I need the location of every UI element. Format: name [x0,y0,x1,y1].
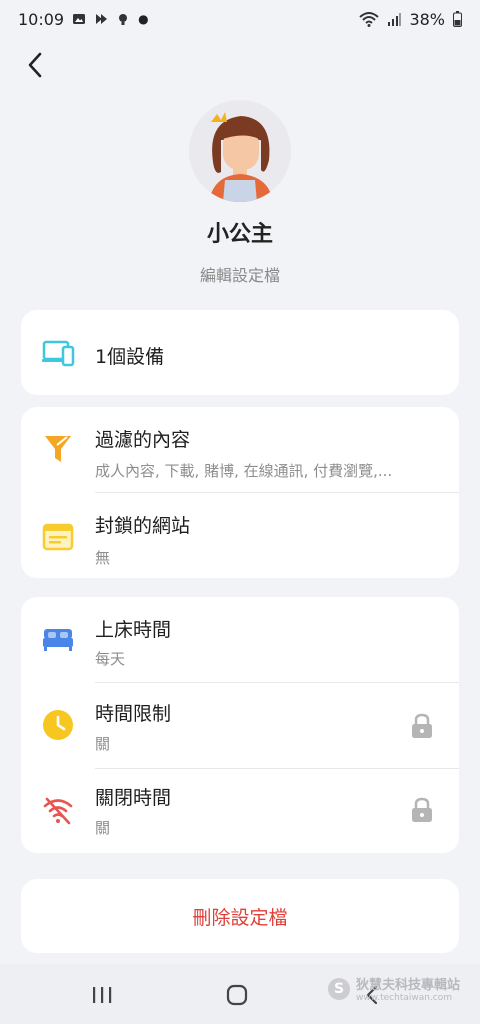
battery-percent: 38% [409,9,445,29]
bedtime-title: 上床時間 [95,619,172,641]
lock-icon [412,797,432,822]
filters-card: 過濾的內容 成人內容, 下載, 賭博, 在線通訊, 付費瀏覽,... 封鎖的網站… [21,407,459,578]
filtered-content-row[interactable]: 過濾的內容 成人內容, 下載, 賭博, 在線通訊, 付費瀏覽,... [21,407,459,492]
lock-icon [412,713,432,738]
girl-avatar-icon [209,112,273,202]
app-notification-icon [96,14,108,24]
status-bar: 10:09 ● 38% [0,0,480,38]
delete-profile-button[interactable]: 刪除設定檔 [21,879,459,953]
time-limit-row[interactable]: 時間限制 關 [21,683,459,768]
bedtime-row[interactable]: 上床時間 每天 [21,597,459,682]
filtered-content-title: 過濾的內容 [95,429,191,451]
devices-icon [41,336,75,370]
clock-icon [41,708,75,742]
chevron-left-icon [28,52,42,78]
signal-icon [388,13,402,26]
gallery-icon [73,14,86,24]
home-button[interactable] [217,982,257,1008]
avatar[interactable] [189,100,291,202]
devices-row[interactable]: 1個設備 [21,310,459,395]
time-limit-title: 時間限制 [95,703,172,725]
recent-apps-button[interactable] [82,982,122,1008]
watermark-url: www.techtaiwan.com [355,993,453,1003]
back-button[interactable] [18,48,52,82]
blocked-sites-summary: 無 [95,549,111,567]
offtime-row[interactable]: 關閉時間 關 [21,769,459,853]
time-limit-status: 關 [95,735,111,753]
watermark-text: 狄慧夫科技專輯站 [355,978,460,993]
funnel-icon [41,432,75,466]
wifi-icon [359,12,380,27]
bedtime-summary: 每天 [95,650,126,668]
home-icon [226,984,248,1006]
battery-icon [453,11,462,27]
more-notifications-dot: ● [138,12,149,26]
offtime-status: 關 [95,819,111,837]
blocked-sites-row[interactable]: 封鎖的網站 無 [21,493,459,578]
edit-profile-link[interactable]: 編輯設定檔 [0,262,480,286]
bulb-icon [119,14,128,25]
profile-name: 小公主 [206,222,273,247]
devices-label: 1個設備 [95,346,165,368]
filtered-content-summary: 成人內容, 下載, 賭博, 在線通訊, 付費瀏覽,... [95,462,393,480]
bed-icon [41,622,75,656]
status-time: 10:09 [18,9,65,29]
devices-card[interactable]: 1個設備 [21,310,459,395]
watermark: S 狄慧夫科技專輯站 www.techtaiwan.com [327,974,460,1003]
schedule-card: 上床時間 每天 時間限制 關 關閉時間 關 [21,597,459,853]
recent-apps-icon [93,987,112,1003]
browser-icon [41,520,75,554]
offtime-title: 關閉時間 [95,787,172,809]
wifi-off-icon [41,794,75,828]
watermark-badge: S [327,977,350,1000]
blocked-sites-title: 封鎖的網站 [95,515,191,537]
